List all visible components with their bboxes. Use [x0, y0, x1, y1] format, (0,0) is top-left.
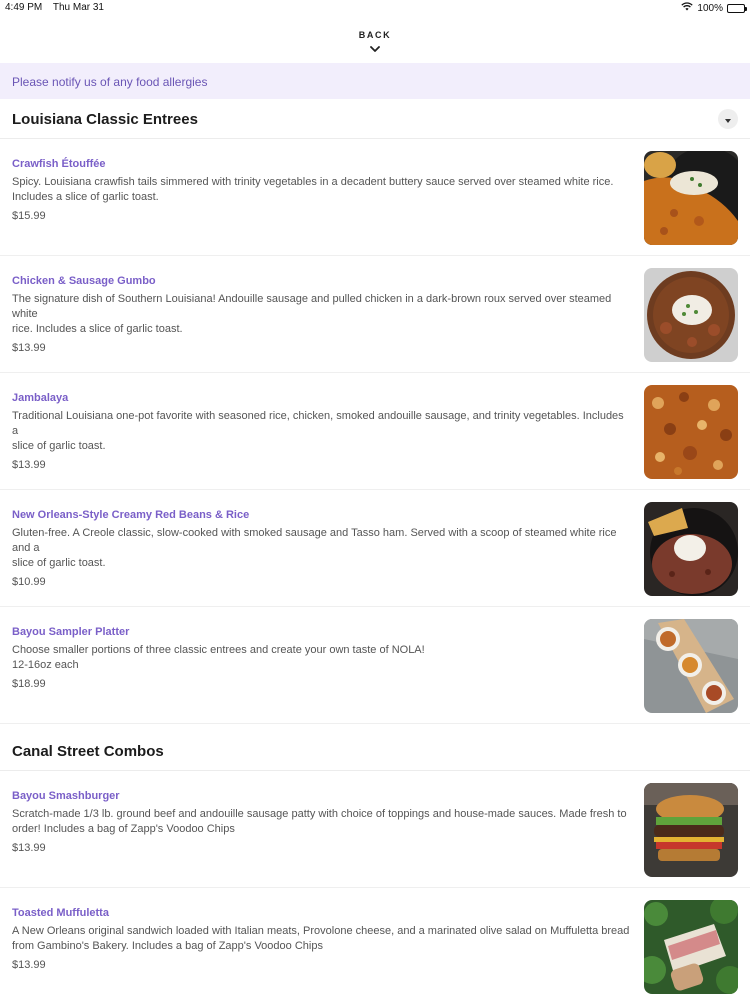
allergy-banner: Please notify us of any food allergies: [0, 63, 750, 99]
item-photo: [644, 783, 738, 877]
section-title: Canal Street Combos: [12, 743, 164, 760]
menu-item[interactable]: New Orleans-Style Creamy Red Beans & Ric…: [0, 490, 750, 607]
chevron-down-icon: [370, 40, 380, 58]
item-name: Bayou Smashburger: [12, 790, 120, 802]
item-description: Scratch-made 1/3 lb. ground beef and and…: [12, 808, 627, 835]
item-price: $18.99: [12, 678, 46, 690]
item-name: Bayou Sampler Platter: [12, 626, 130, 638]
menu-item[interactable]: Bayou Smashburger Scratch-made 1/3 lb. g…: [0, 771, 750, 888]
status-date: Thu Mar 31: [52, 2, 104, 13]
battery-icon: [727, 3, 747, 13]
item-description: A New Orleans original sandwich loaded w…: [12, 925, 630, 952]
item-price: $10.99: [12, 576, 46, 588]
section-title: Louisiana Classic Entrees: [12, 111, 198, 128]
item-description: Traditional Louisiana one-pot favorite w…: [12, 410, 624, 452]
menu-item[interactable]: Toasted Muffuletta A New Orleans origina…: [0, 888, 750, 1000]
status-time: 4:49 PM: [5, 2, 43, 13]
section-collapse-button[interactable]: [718, 109, 738, 129]
item-photo: [644, 619, 738, 713]
item-price: $13.99: [12, 342, 46, 354]
item-name: Toasted Muffuletta: [12, 907, 109, 919]
item-photo: [644, 151, 738, 245]
item-photo: [644, 900, 738, 994]
wifi-icon: [681, 2, 694, 14]
item-description: Choose smaller portions of three classic…: [12, 644, 425, 671]
item-price: $13.99: [12, 842, 46, 854]
item-photo: [644, 502, 738, 596]
status-bar: 4:49 PM Thu Mar 31 100%: [0, 0, 750, 16]
menu-item[interactable]: Bayou Sampler Platter Choose smaller por…: [0, 607, 750, 724]
menu-item[interactable]: Chicken & Sausage Gumbo The signature di…: [0, 256, 750, 373]
section-header: Louisiana Classic Entrees: [0, 100, 750, 139]
allergy-notice: Please notify us of any food allergies: [12, 75, 208, 89]
back-button[interactable]: BACK: [0, 30, 750, 58]
item-photo: [644, 268, 738, 362]
menu-item[interactable]: Crawfish Étouffée Spicy. Louisiana crawf…: [0, 139, 750, 256]
menu-item[interactable]: Jambalaya Traditional Louisiana one-pot …: [0, 373, 750, 490]
caret-down-icon: [725, 110, 731, 128]
battery-percent: 100%: [697, 2, 723, 14]
back-label: BACK: [358, 30, 392, 40]
item-price: $13.99: [12, 459, 46, 471]
item-description: Spicy. Louisiana crawfish tails simmered…: [12, 176, 614, 203]
item-name: Crawfish Étouffée: [12, 158, 106, 170]
item-name: Jambalaya: [12, 392, 69, 404]
item-photo: [644, 385, 738, 479]
item-description: Gluten-free. A Creole classic, slow-cook…: [12, 527, 617, 569]
item-name: Chicken & Sausage Gumbo: [12, 275, 156, 287]
item-description: The signature dish of Southern Louisiana…: [12, 293, 612, 335]
item-price: $13.99: [12, 959, 46, 971]
item-price: $15.99: [12, 210, 46, 222]
item-name: New Orleans-Style Creamy Red Beans & Ric…: [12, 509, 250, 521]
section-header: Canal Street Combos: [0, 724, 750, 771]
